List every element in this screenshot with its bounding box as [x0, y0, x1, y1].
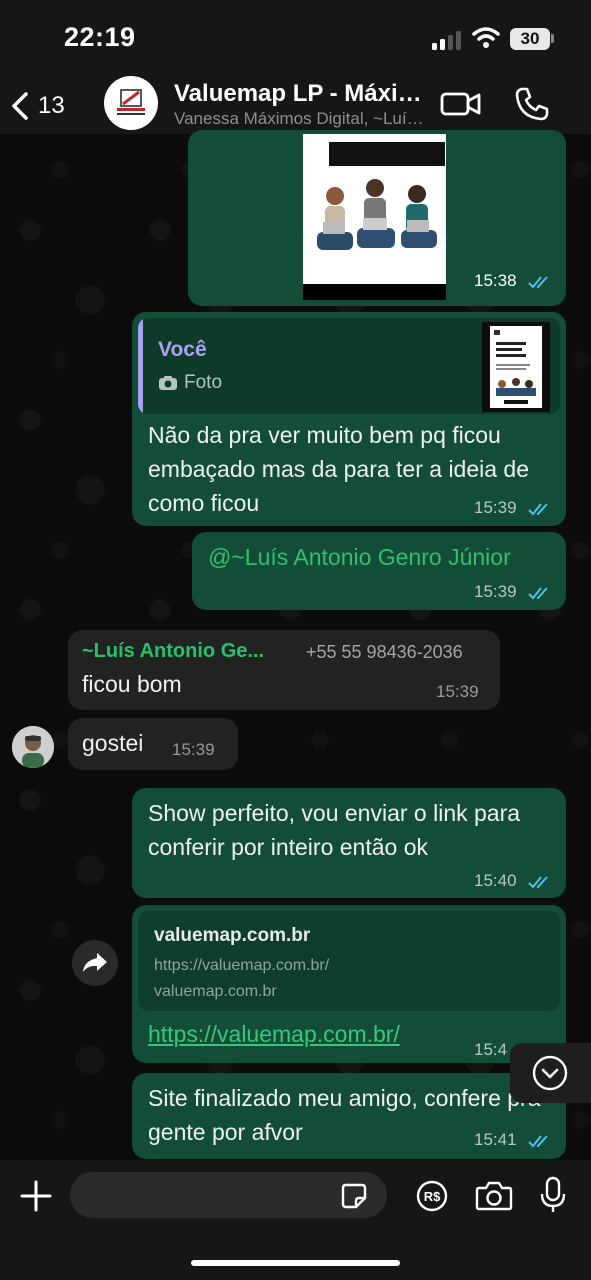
sender-avatar[interactable] — [12, 726, 54, 768]
chevron-left-icon — [12, 92, 28, 120]
quote-thumbnail — [482, 322, 550, 412]
message-text: ficou bom — [82, 671, 182, 697]
read-ticks-icon — [528, 587, 548, 600]
quote-type: Foto — [184, 372, 223, 393]
group-members[interactable]: Vanessa Máximos Digital, ~Luís Antonio G… — [174, 109, 426, 129]
message-time: 15:39 — [474, 582, 517, 601]
battery-indicator: 30 — [510, 28, 550, 50]
read-ticks-icon — [528, 276, 548, 289]
read-ticks-icon — [528, 876, 548, 889]
message-link[interactable]: https://valuemap.com.br/ — [148, 1021, 400, 1048]
link-preview[interactable]: valuemap.com.br https://valuemap.com.br/… — [138, 911, 560, 1011]
thumbnail-preview — [490, 326, 542, 408]
message-text: gostei — [82, 730, 144, 756]
incoming-message[interactable]: ~Luís Antonio Ge... +55 55 98436-2036 fi… — [68, 630, 500, 710]
quoted-message[interactable]: Você Foto — [138, 318, 560, 414]
payment-button[interactable]: R$ — [416, 1180, 448, 1212]
read-ticks-icon — [528, 1135, 548, 1148]
shared-photo[interactable] — [303, 134, 446, 300]
scroll-down-button[interactable] — [510, 1043, 591, 1103]
chevron-down-icon — [532, 1055, 568, 1091]
sender-name[interactable]: ~Luís Antonio Ge... — [82, 640, 264, 663]
avatar-photo — [12, 726, 54, 768]
message-time: 15:39 — [474, 498, 517, 517]
message-time: 15:38 — [474, 271, 517, 290]
group-name[interactable]: Valuemap LP - Máximos Digital — [174, 80, 426, 108]
outgoing-message[interactable]: Site finalizado meu amigo, confere pra g… — [132, 1073, 566, 1159]
chat-header: 13 Valuemap LP - Máximos Digital Vanessa… — [0, 76, 591, 134]
preview-url: https://valuemap.com.br/ — [154, 957, 330, 974]
people-illustration — [317, 179, 437, 250]
status-time: 22:19 — [64, 22, 136, 52]
forward-button[interactable] — [72, 940, 118, 986]
back-button[interactable]: 13 — [10, 84, 82, 128]
photo-bottom-strip — [303, 284, 446, 300]
sender-phone[interactable]: +55 55 98436-2036 — [306, 642, 463, 663]
svg-text:R$: R$ — [424, 1189, 441, 1204]
mention-message[interactable]: @~Luís Antonio Genro Júnior 15:39 — [192, 532, 566, 610]
unread-count: 13 — [38, 92, 65, 119]
home-indicator — [191, 1260, 400, 1266]
link-message[interactable]: valuemap.com.br https://valuemap.com.br/… — [132, 905, 566, 1063]
signal-icon — [432, 30, 464, 50]
incoming-message[interactable]: gostei 15:39 — [68, 718, 238, 770]
status-bar: 22:19 30 — [0, 0, 591, 78]
message-time: 15:39 — [172, 740, 215, 759]
message-time: 15:41 — [474, 1130, 517, 1149]
message-input-bar: R$ — [0, 1160, 591, 1280]
camera-button[interactable] — [475, 1181, 513, 1211]
preview-title: valuemap.com.br — [154, 925, 311, 946]
wifi-icon — [472, 27, 500, 48]
photo-banner — [329, 142, 445, 166]
message-time: 15:4 — [474, 1040, 508, 1059]
message-time: 15:39 — [436, 682, 479, 701]
mention-link[interactable]: @~Luís Antonio Genro Júnior — [208, 540, 558, 574]
camera-icon — [159, 376, 177, 390]
video-call-button[interactable] — [440, 88, 482, 120]
outgoing-message[interactable]: Show perfeito, vou enviar o link para co… — [132, 788, 566, 898]
valuemap-logo — [117, 89, 145, 115]
image-message[interactable]: 15:38 — [188, 130, 566, 306]
message-time: 15:40 — [474, 871, 517, 890]
read-ticks-icon — [528, 503, 548, 516]
battery-nub — [551, 34, 554, 43]
phone-call-button[interactable] — [514, 86, 550, 122]
group-avatar[interactable] — [104, 76, 158, 130]
attach-plus-button[interactable] — [18, 1178, 54, 1214]
reply-message[interactable]: Você Foto Não da pra ver muito bem pq fi… — [132, 312, 566, 526]
quote-bar — [138, 318, 143, 414]
message-text: Show perfeito, vou enviar o link para co… — [148, 800, 521, 860]
quote-author: Você — [158, 338, 207, 361]
sticker-button[interactable] — [340, 1182, 368, 1210]
share-arrow-icon — [83, 953, 107, 972]
preview-domain: valuemap.com.br — [154, 983, 277, 1000]
microphone-button[interactable] — [540, 1176, 566, 1214]
